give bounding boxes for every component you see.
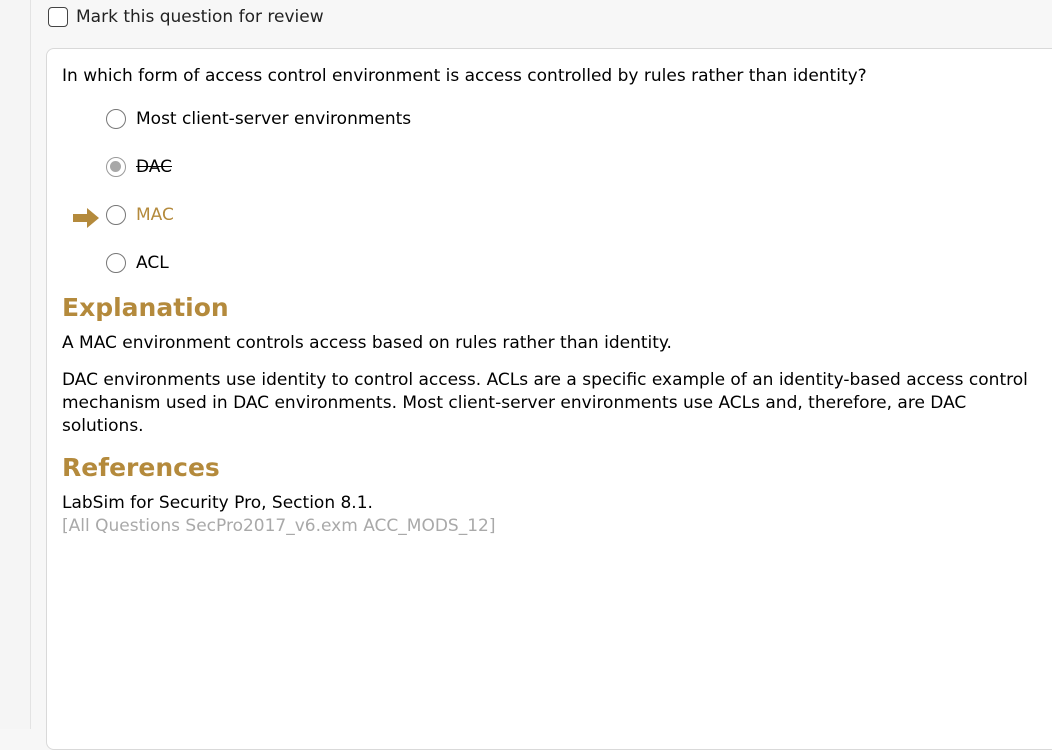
reference-source: LabSim for Security Pro, Section 8.1. (62, 493, 373, 513)
radio-button[interactable] (106, 253, 126, 273)
question-text: In which form of access control environm… (62, 66, 867, 86)
left-gutter (0, 0, 31, 729)
references-heading: References (62, 453, 220, 482)
option-dac[interactable]: DAC (106, 157, 172, 177)
review-toggle[interactable]: Mark this question for review (48, 4, 324, 30)
review-checkbox[interactable] (48, 7, 68, 27)
option-mac[interactable]: MAC (106, 205, 174, 225)
option-label: ACL (136, 253, 169, 273)
option-most-client-server[interactable]: Most client-server environments (106, 109, 411, 129)
radio-button[interactable] (106, 109, 126, 129)
arrow-right-icon (73, 208, 99, 228)
explanation-heading: Explanation (62, 293, 229, 322)
option-label: DAC (136, 157, 172, 177)
explanation-paragraph: A MAC environment controls access based … (62, 333, 672, 353)
option-acl[interactable]: ACL (106, 253, 169, 273)
option-label: Most client-server environments (136, 109, 412, 129)
option-label: MAC (136, 205, 174, 225)
radio-button[interactable] (106, 205, 126, 225)
radio-button-selected[interactable] (106, 157, 126, 177)
explanation-paragraph: DAC environments use identity to control… (62, 370, 1028, 436)
question-id: [All Questions SecPro2017_v6.exm ACC_MOD… (62, 516, 496, 536)
review-label: Mark this question for review (76, 7, 324, 27)
